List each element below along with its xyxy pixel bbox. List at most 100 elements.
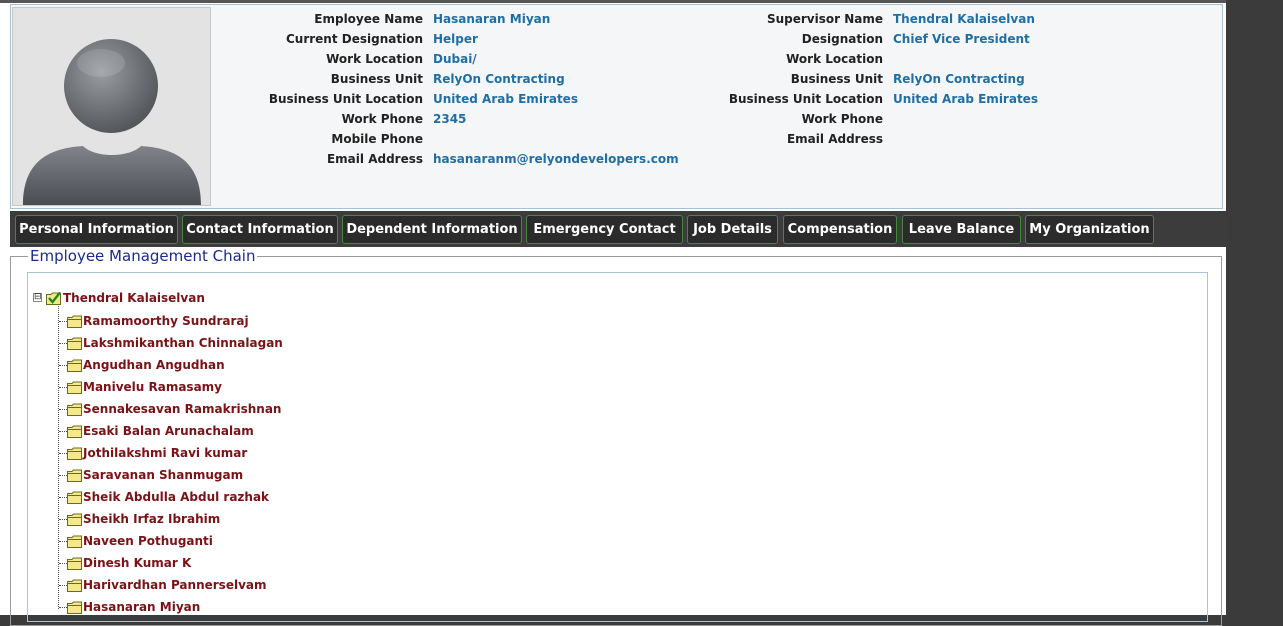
user-avatar-placeholder-icon — [12, 7, 211, 206]
folder-icon — [67, 489, 83, 508]
field-label: Email Address — [786, 132, 883, 146]
field-business-unit: Business Unit RelyOn Contracting — [216, 69, 679, 89]
tab-compensation[interactable]: Compensation — [783, 215, 897, 244]
tree-item-label[interactable]: Jothilakshmi Ravi kumar — [83, 445, 247, 461]
tree-connector — [59, 453, 67, 454]
field-value: Chief Vice President — [893, 32, 1030, 46]
employee-header-panel: Employee Name Hasanaran Miyan Current Des… — [10, 4, 1223, 209]
field-value: United Arab Emirates — [433, 92, 578, 106]
field-value: Hasanaran Miyan — [433, 12, 551, 26]
tree-item-label[interactable]: Lakshmikanthan Chinnalagan — [83, 335, 283, 351]
folder-icon — [67, 313, 83, 332]
field-mobile-phone: Mobile Phone — [216, 129, 679, 149]
tree-root-item[interactable]: Thendral Kalaiselvan — [63, 290, 205, 306]
field-label: Work Phone — [801, 112, 883, 126]
field-email-address: Email Address — [676, 129, 1038, 149]
field-value: Helper — [433, 32, 478, 46]
tab-leave-balance[interactable]: Leave Balance — [902, 215, 1021, 244]
field-label: Email Address — [326, 152, 423, 166]
tree-item-label[interactable]: Saravanan Shanmugam — [83, 467, 243, 483]
folder-icon — [67, 335, 83, 354]
field-value: United Arab Emirates — [893, 92, 1038, 106]
tree-connector — [59, 321, 67, 322]
tree-connector — [59, 431, 67, 432]
main-content: Employee Name Hasanaran Miyan Current Des… — [0, 0, 1226, 626]
field-label: Mobile Phone — [331, 132, 423, 146]
tree-item-label[interactable]: Hasanaran Miyan — [83, 599, 200, 615]
tree-item-label[interactable]: Ramamoorthy Sundraraj — [83, 313, 249, 329]
tree-connector — [59, 387, 67, 388]
tab-contact-information[interactable]: Contact Information — [182, 215, 338, 244]
field-designation: Designation Chief Vice President — [676, 29, 1038, 49]
field-business-unit-location: Business Unit Location United Arab Emirat… — [216, 89, 679, 109]
field-work-location: Work Location Dubai/ — [216, 49, 679, 69]
folder-icon — [67, 379, 83, 398]
tree-connector — [59, 519, 67, 520]
field-label: Designation — [801, 32, 883, 46]
folder-icon — [67, 577, 83, 596]
tree-connector — [59, 475, 67, 476]
tab-my-organization[interactable]: My Organization — [1025, 215, 1154, 244]
folder-icon — [67, 599, 83, 618]
field-value: hasanaranm@relyondevelopers.com — [433, 152, 679, 166]
field-label: Business Unit Location — [728, 92, 883, 106]
top-border — [0, 0, 1226, 3]
tree-item-label[interactable]: Dinesh Kumar K — [83, 555, 191, 571]
tab-bar: Personal Information Contact Information… — [10, 211, 1226, 247]
tree-connector — [59, 585, 67, 586]
tree-item-label[interactable]: Sheik Abdulla Abdul razhak — [83, 489, 269, 505]
tree-item-label[interactable]: Angudhan Angudhan — [83, 357, 225, 373]
field-value: Thendral Kalaiselvan — [893, 12, 1035, 26]
tab-emergency-contact[interactable]: Emergency Contact — [526, 215, 683, 244]
field-business-unit: Business Unit RelyOn Contracting — [676, 69, 1038, 89]
tree-item-label[interactable]: Manivelu Ramasamy — [83, 379, 222, 395]
tree-item-label[interactable]: Sennakesavan Ramakrishnan — [83, 401, 281, 417]
field-label: Business Unit — [330, 72, 423, 86]
field-employee-name: Employee Name Hasanaran Miyan — [216, 9, 679, 29]
tree-connector — [59, 365, 67, 366]
folder-icon — [67, 357, 83, 376]
folder-icon — [67, 511, 83, 530]
tree-connector — [59, 563, 67, 564]
field-value: RelyOn Contracting — [893, 72, 1025, 86]
employee-details-left: Employee Name Hasanaran Miyan Current Des… — [216, 9, 679, 169]
field-work-phone: Work Phone 2345 — [216, 109, 679, 129]
tab-job-details[interactable]: Job Details — [687, 215, 778, 244]
field-supervisor-name: Supervisor Name Thendral Kalaiselvan — [676, 9, 1038, 29]
folder-icon — [67, 423, 83, 442]
field-label: Work Location — [786, 52, 883, 66]
tree-connector — [59, 607, 67, 608]
field-value: Dubai/ — [433, 52, 477, 66]
field-label: Work Phone — [341, 112, 423, 126]
folder-icon — [67, 555, 83, 574]
field-label: Current Designation — [285, 32, 423, 46]
field-label: Business Unit — [790, 72, 883, 86]
tree-connector — [59, 409, 67, 410]
field-label: Business Unit Location — [268, 92, 423, 106]
folder-icon — [67, 445, 83, 464]
field-value: RelyOn Contracting — [433, 72, 565, 86]
tree-item-label[interactable]: Harivardhan Pannerselvam — [83, 577, 267, 593]
folder-icon — [67, 401, 83, 420]
field-value: 2345 — [433, 112, 467, 126]
tree-connector — [59, 343, 67, 344]
field-work-location: Work Location — [676, 49, 1038, 69]
field-label: Supervisor Name — [766, 12, 883, 26]
tree-item-label[interactable]: Naveen Pothuganti — [83, 533, 213, 549]
tree-item-label[interactable]: Sheikh Irfaz Ibrahim — [83, 511, 220, 527]
tab-dependent-information[interactable]: Dependent Information — [342, 215, 522, 244]
tab-personal-information[interactable]: Personal Information — [15, 215, 178, 244]
field-business-unit-location: Business Unit Location United Arab Emirat… — [676, 89, 1038, 109]
checked-folder-icon — [46, 290, 62, 309]
collapse-icon[interactable]: ⊟ — [33, 293, 42, 302]
tree-connector — [59, 497, 67, 498]
supervisor-details-right: Supervisor Name Thendral Kalaiselvan Desi… — [676, 9, 1038, 149]
field-work-phone: Work Phone — [676, 109, 1038, 129]
management-chain-title: Employee Management Chain — [28, 247, 258, 265]
tree-item-label[interactable]: Esaki Balan Arunachalam — [83, 423, 254, 439]
field-current-designation: Current Designation Helper — [216, 29, 679, 49]
tree-connector — [59, 541, 67, 542]
folder-icon — [67, 533, 83, 552]
field-label: Employee Name — [314, 12, 423, 26]
folder-icon — [67, 467, 83, 486]
